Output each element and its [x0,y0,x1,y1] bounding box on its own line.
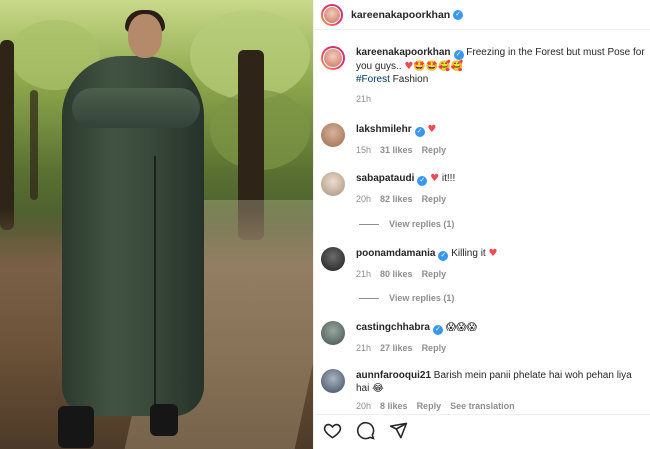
comment-username[interactable]: castingchhabra [356,322,430,333]
reply-button[interactable]: Reply [422,194,447,204]
action-bar [314,414,650,449]
post-image[interactable] [0,0,313,449]
verified-badge-icon: ✓ [438,251,449,261]
avatar[interactable] [321,172,345,196]
reply-button[interactable]: Reply [422,343,447,353]
comment-likes[interactable]: 82 likes [380,194,413,204]
comment-row: aunnfarooqui21 Barish mein panii phelate… [321,369,650,411]
comment-text: it!!! [441,173,456,184]
boot [58,406,94,448]
comment-icon[interactable] [356,421,375,443]
heart-icon[interactable] [323,421,342,443]
tree-trunk [30,90,38,200]
post-time: 21h [356,94,372,104]
crossed-arms [72,88,200,128]
post-header: kareenakapoorkhan ✓ [314,0,650,30]
avatar[interactable] [321,247,345,271]
comment-likes[interactable]: 31 likes [380,145,413,155]
face [128,14,162,58]
comment-likes[interactable]: 8 likes [380,401,408,411]
person-figure [58,6,208,449]
comment-emoji: ♥ [427,124,437,135]
comment-username[interactable]: lakshmilehr [356,124,412,135]
coat-zipper [154,156,156,406]
avatar[interactable] [321,46,345,70]
verified-badge-icon: ✓ [414,127,425,137]
comment-emoji: 😱😱😱 [445,322,477,333]
comment-emoji: ♥ [488,248,498,259]
post-sidebar: kareenakapoorkhan ✓ kareenakapoorkhan ✓ F… [313,0,650,449]
see-translation-button[interactable]: See translation [450,401,515,411]
header-username[interactable]: kareenakapoorkhan [351,9,450,21]
reply-button[interactable]: Reply [422,269,447,279]
reply-button[interactable]: Reply [422,145,447,155]
comment-username[interactable]: aunnfarooqui21 [356,370,431,381]
tree-trunk [0,40,14,230]
comment-emoji: 😂 [372,383,384,394]
comment-likes[interactable]: 80 likes [380,269,413,279]
verified-badge-icon: ✓ [432,325,443,335]
comment-time: 20h [356,194,372,204]
avatar[interactable] [321,321,345,345]
caption-emojis: ♥🤩🤩🥰🥰 [404,61,464,72]
view-replies-button[interactable]: View replies (1) [359,293,454,303]
boot [150,404,178,436]
comment-time: 20h [356,401,372,411]
verified-badge-icon: ✓ [453,9,464,20]
avatar[interactable] [321,369,345,393]
avatar[interactable] [321,3,343,26]
comment-row: lakshmilehr ✓ ♥ 15h 31 likes Reply [321,123,650,155]
reply-button[interactable]: Reply [417,401,442,411]
comment-emoji: ♥ [430,173,440,184]
caption-username[interactable]: kareenakapoorkhan [356,47,451,58]
comment-username[interactable]: sabapataudi [356,173,414,184]
caption-text: kareenakapoorkhan ✓ Freezing in the Fores… [356,46,650,86]
caption-hashtag-rest: Fashion [389,74,429,85]
comment-row: sabapataudi ✓ ♥ it!!! 20h 82 likes Reply [321,172,650,204]
verified-badge-icon: ✓ [417,176,428,186]
caption-row: kareenakapoorkhan ✓ Freezing in the Fores… [321,46,650,104]
comment-time: 21h [356,343,372,353]
comment-time: 21h [356,269,372,279]
comment-likes[interactable]: 27 likes [380,343,413,353]
comment-row: castingchhabra ✓ 😱😱😱 21h 27 likes Reply [321,321,650,353]
share-icon[interactable] [389,421,408,443]
comment-text: Killing it [451,248,486,259]
hashtag-link[interactable]: #Forest [356,74,390,85]
comment-username[interactable]: poonamdamania [356,248,435,259]
comment-row: poonamdamania ✓ Killing it ♥ 21h 80 likes R… [321,247,650,279]
verified-badge-icon: ✓ [453,50,464,60]
avatar[interactable] [321,123,345,147]
view-replies-button[interactable]: View replies (1) [359,219,454,229]
comment-time: 15h [356,145,372,155]
